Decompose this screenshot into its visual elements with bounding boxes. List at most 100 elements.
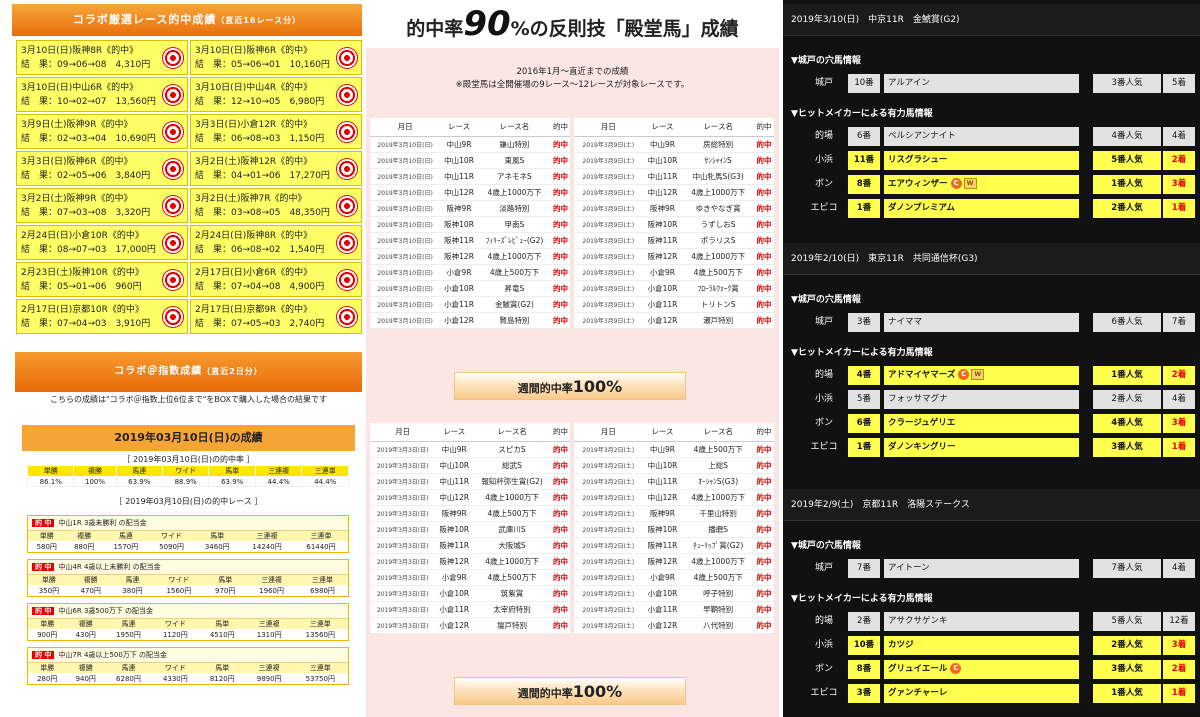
finish: 5着 [1163,74,1195,93]
hit-card[interactable]: 3月10日(日)中山4R《的中》結 果：12→10→05 6,980円 [190,77,362,112]
hit-rate-value: 86.1% [26,476,75,487]
bet-type-header: 複勝 [66,618,105,629]
hit-card[interactable]: 3月10日(日)中山6R《的中》結 果：10→02→07 13,560円 [16,77,188,112]
payout-value: 14240円 [240,541,295,552]
hit-race: 2月17日(日)京都10R《的中》 [21,305,144,315]
hit-card[interactable]: 3月2日(土)阪神9R《的中》結 果：07→03→08 3,320円 [16,188,188,223]
table-row: 2019年3月9日(土) 中山9R 房総特別 的中 [574,136,774,153]
finish: 2着 [1163,151,1195,170]
table-row: 2019年3月3日(日) 阪神10R 武庫川S 的中 [370,521,570,538]
payout-value: 970円 [204,585,247,596]
race-cell: 阪神12R [642,248,683,265]
hit-card[interactable]: 3月3日(日)阪神6R《的中》結 果：02→05→06 3,840円 [16,151,188,186]
hit-cell: 的中 [550,216,570,233]
payout-block: 的 中中山1R 3歳未勝利 の配当金 単勝 複勝 馬連 ワイド 馬単 三連複 三連単 580円 8… [27,515,349,553]
horse-name: ペルシアンナイト [888,131,956,141]
hit-card[interactable]: 2月24日(日)小倉10R《的中》結 果：08→07→03 17,000円 [16,225,188,260]
bet-type-header: ワイド [148,530,195,541]
hit-race: 3月2日(土)阪神9R《的中》 [21,194,133,204]
race-cell: 阪神12R [440,248,478,265]
hit-race: 2月17日(日)京都9R《的中》 [195,305,313,315]
hit-result: 結 果：05→06→01 10,160円 [195,60,330,70]
hit-cell: 的中 [754,505,774,522]
horse-number: 5番 [848,390,880,409]
hit-card[interactable]: 3月10日(日)阪神6R《的中》結 果：05→06→01 10,160円 [190,40,362,75]
hit-card[interactable]: 3月9日(土)阪神9R《的中》結 果：02→03→04 10,690円 [16,114,188,149]
hit-race: 3月3日(日)阪神6R《的中》 [21,157,133,167]
payout-value: 1310円 [245,629,293,640]
table-header: レース [440,118,478,137]
hit-cell: 的中 [754,200,774,217]
bet-type-header: 複勝 [66,662,105,673]
race-cell: 中山12R [642,489,683,506]
hit-cell: 的中 [550,312,570,329]
horse-number: 1番 [848,199,880,218]
hit-card[interactable]: 2月23日(土)阪神10R《的中》結 果：05→01→06 960円 [16,262,188,297]
hit-race: 3月10日(日)阪神6R《的中》 [195,46,313,56]
payout-value: 430円 [66,629,105,640]
horse-name-cell: アドマイヤマーズ C W [884,366,1079,385]
bet-type-header: 三連複 [254,465,303,477]
kido-section-title: ▼城戸の穴馬情報 [791,541,861,551]
hit-card[interactable]: 3月2日(土)阪神12R《的中》結 果：04→01→06 17,270円 [190,151,362,186]
hit-card[interactable]: 2月17日(日)京都9R《的中》結 果：07→05→03 2,740円 [190,299,362,334]
table-row: 2019年3月3日(日) 小倉10R 筑紫賞 的中 [370,585,570,602]
target-icon [162,269,184,291]
bet-type-header: ワイド [161,465,210,477]
finish: 4着 [1163,559,1195,578]
table-row: 2019年3月2日(土) 阪神9R 千里山特別 的中 [574,505,774,522]
race-name-cell: 早鞆特別 [682,601,755,618]
date-cell: 2019年3月3日(日) [370,585,436,602]
hitmaker-section-title: ▼ヒットメイカーによる有力馬情報 [791,109,933,119]
race-cell: 阪神10R [642,216,683,233]
table-row: 2019年3月10日(日) 阪神9R 淡路特別 的中 [370,200,570,217]
table-row: 2019年3月2日(土) 小倉10R 呼子特別 的中 [574,585,774,602]
hit-cell: 的中 [754,264,774,281]
hit-race: 3月3日(日)小倉12R《的中》 [195,120,313,130]
hit-card[interactable]: 2月17日(日)小倉6R《的中》結 果：07→04→08 4,900円 [190,262,362,297]
horse-name-cell: ダノンキングリー [884,438,1079,457]
hit-cell: 的中 [754,248,774,265]
hit-card[interactable]: 3月2日(土)阪神7R《的中》結 果：03→08→05 48,350円 [190,188,362,223]
collab-index-note: こちらの成績は"コラボ＠指数上位6位まで"をBOXで購入した場合の結果です [49,395,328,404]
hit-badge: 的 中 [32,607,55,615]
date-cell: 2019年3月3日(日) [370,601,436,618]
results-table: 月日 レース レース名 的中 2019年3月9日(土) 中山9R 房総特別 的中 2019年3月… [574,118,774,329]
date-cell: 2019年3月9日(土) [574,136,643,153]
hit-result: 結 果：04→01→06 17,270円 [195,171,330,181]
horse-number: 6番 [848,414,880,433]
horse-name: ダノンプレミアム [888,203,955,213]
horse-name-cell: フォッサマグナ [884,390,1079,409]
hit-card[interactable]: 3月10日(日)阪神8R《的中》結 果：09→06→08 4,310円 [16,40,188,75]
hit-cell: 的中 [754,441,774,458]
bet-type-header: 単勝 [28,662,67,673]
collab-index-results-panel: コラボ＠指数成績（直近2日分） こちらの成績は"コラボ＠指数上位6位まで"をBO… [15,352,362,717]
target-icon [336,121,358,143]
table-header: 月日 [370,423,436,442]
bet-type-header: 馬単 [204,574,247,585]
hit-cell: 的中 [754,457,774,474]
race-cell: 小倉12R [440,312,478,329]
race-cell: 阪神12R [435,553,474,570]
popularity: 2番人気 [1093,199,1161,218]
finish: 1着 [1163,684,1195,703]
hit-card[interactable]: 3月3日(日)小倉12R《的中》結 果：06→08→03 1,150円 [190,114,362,149]
date-cell: 2019年3月2日(土) [574,521,643,538]
race-cell: 小倉10R [642,280,683,297]
kido-row: 城戸 10番 アルアイン 3番人気 5着 [783,74,1200,95]
hit-cell: 的中 [550,280,570,297]
race-cell: 小倉9R [440,264,478,281]
race-name-cell: 4歳上500万下 [473,505,551,522]
horse-name-cell: グァンチャーレ [884,684,1079,703]
hit-card[interactable]: 2月24日(日)阪神8R《的中》結 果：06→08→02 1,540円 [190,225,362,260]
hit-cell: 的中 [550,473,570,490]
hall-of-fame-title: 的中率90%の反則技「殿堂馬」成績 [366,0,779,48]
table-row: 2019年3月10日(日) 阪神11R ﾌｨﾘｰｽﾞﾚﾋﾞｭｰ(G2) 的中 [370,232,570,249]
race-name-cell: 報知杯弥生賞(G2) [473,473,551,490]
date-cell: 2019年3月10日(日) [370,280,441,297]
finish: 3着 [1163,175,1195,194]
bet-type-header: 馬単 [198,618,246,629]
hit-card[interactable]: 2月17日(日)京都10R《的中》結 果：07→04→03 3,910円 [16,299,188,334]
hit-cell: 的中 [550,248,570,265]
hit-cell: 的中 [550,585,570,602]
